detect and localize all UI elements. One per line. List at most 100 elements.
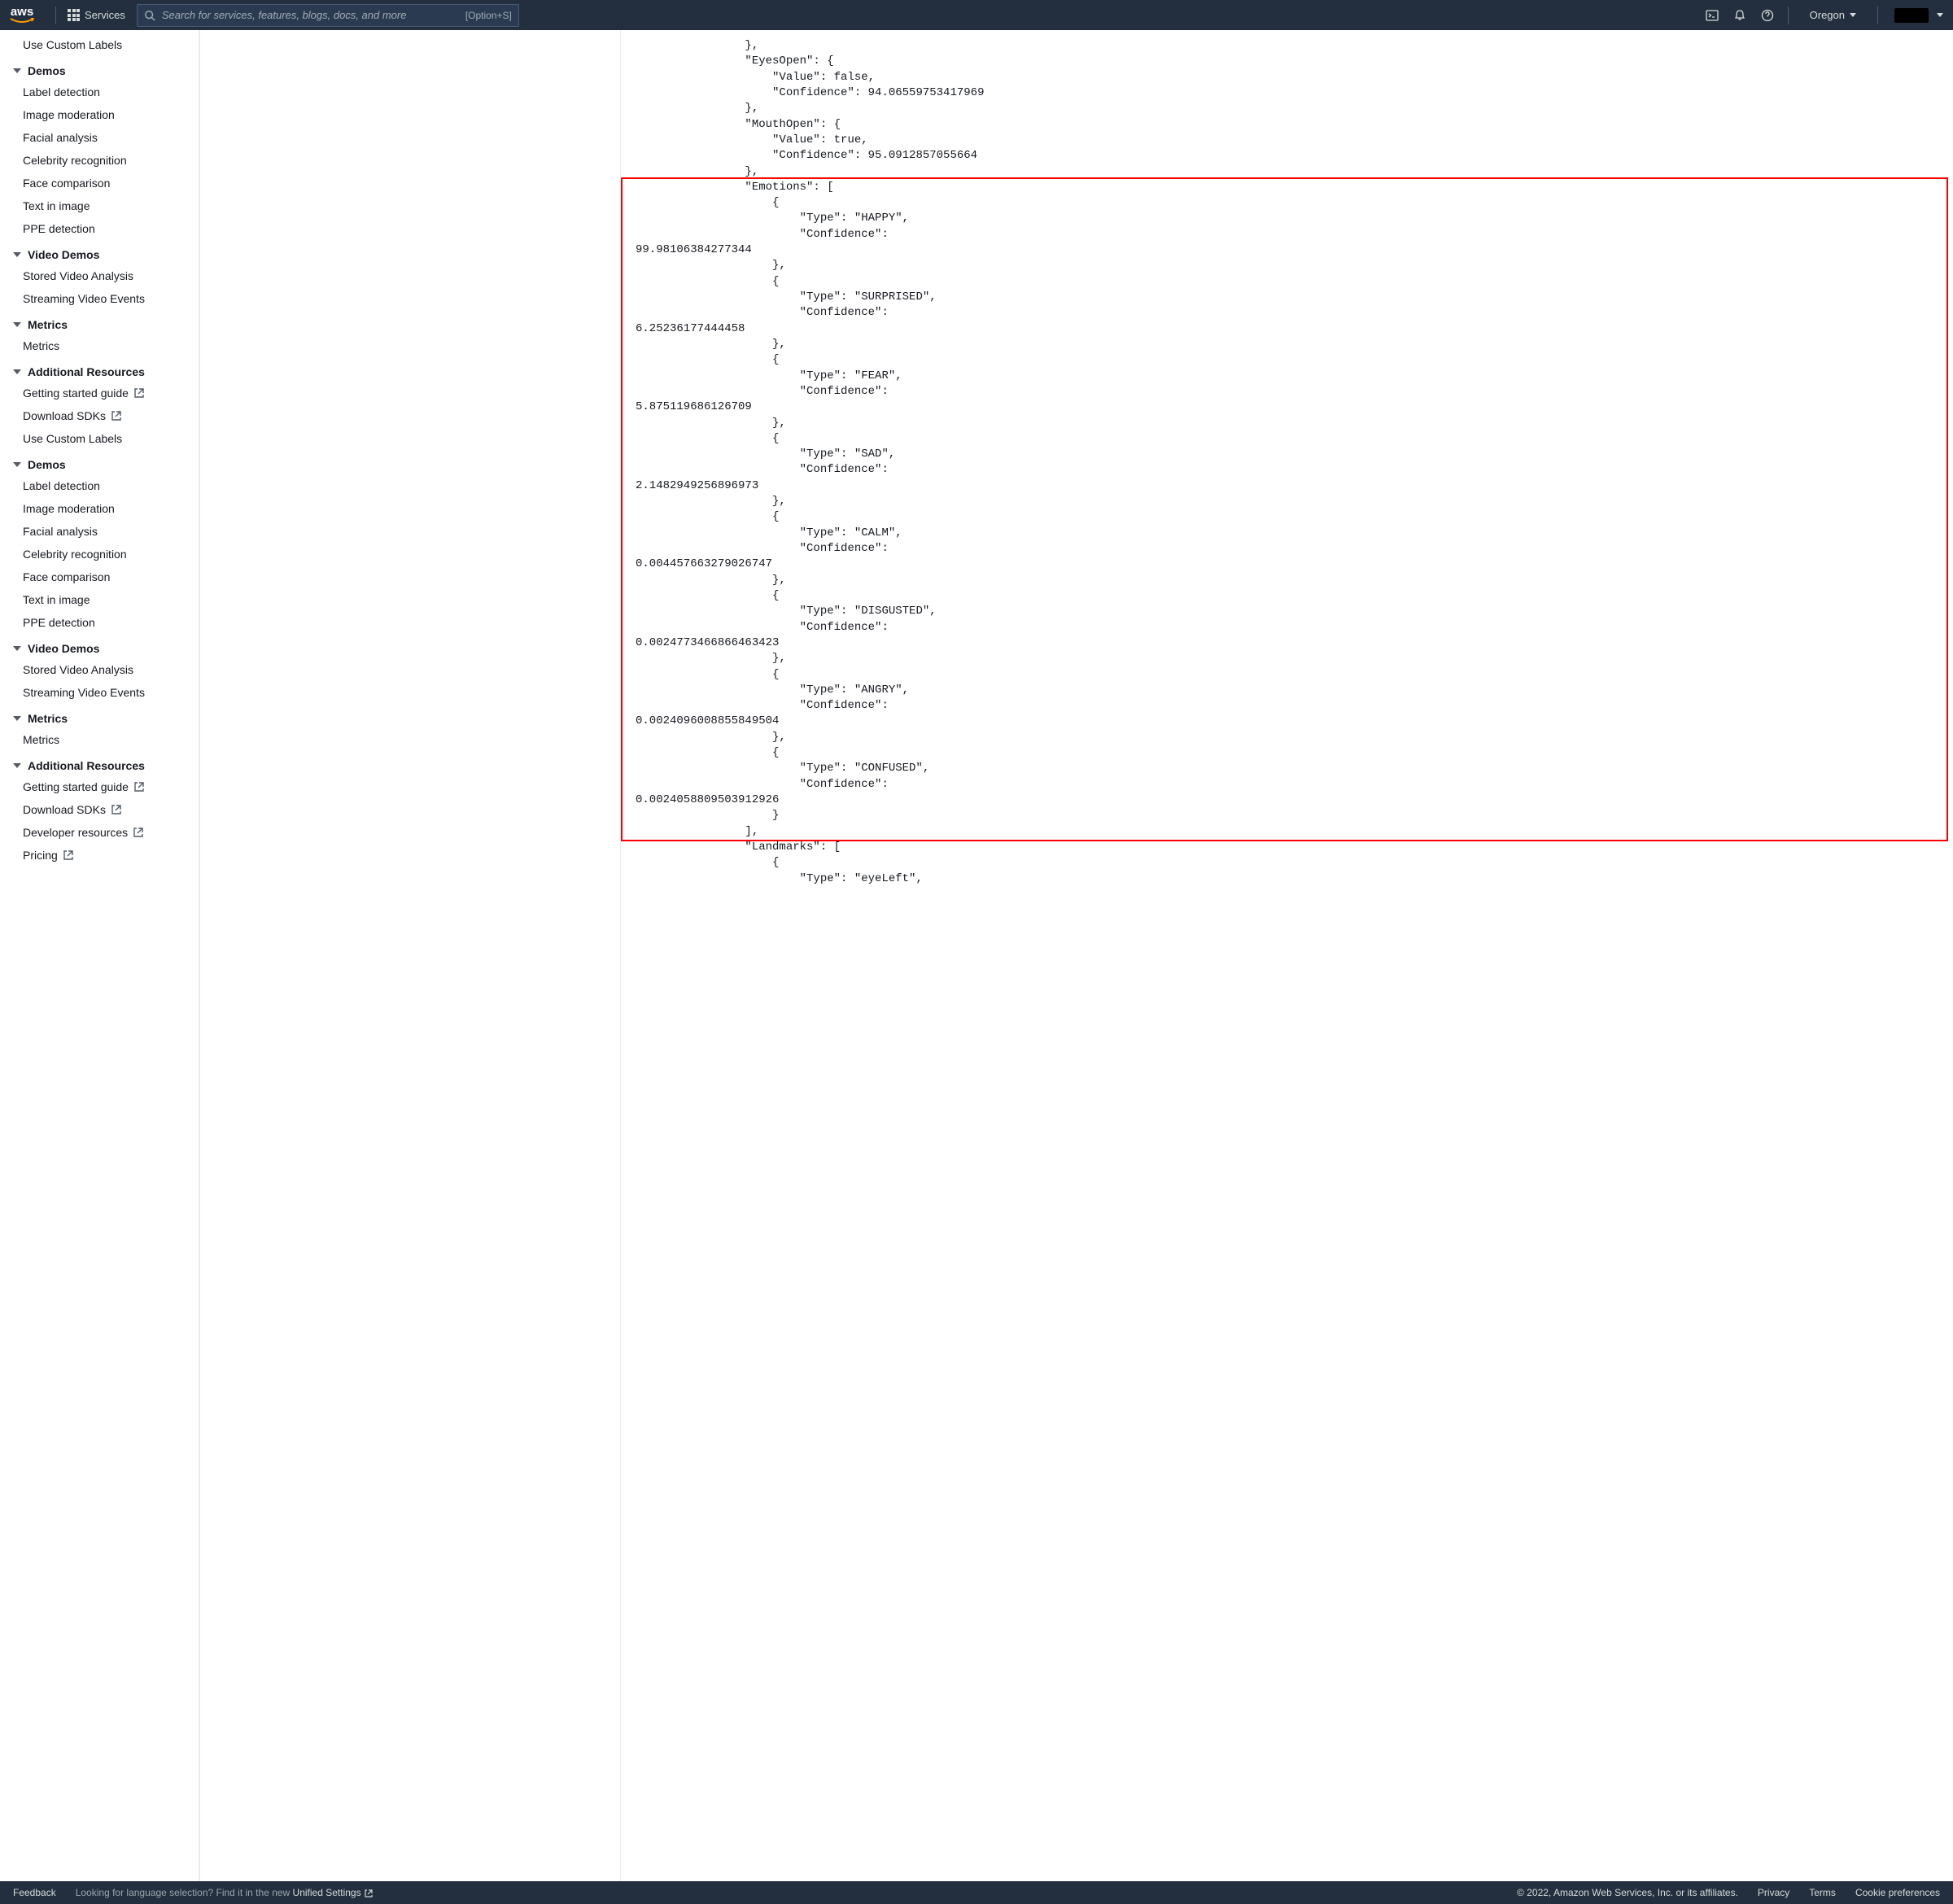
search-input[interactable] <box>162 9 465 21</box>
json-emotions-block: "Emotions": [ { "Type": "HAPPY", "Confid… <box>636 181 937 838</box>
terms-link[interactable]: Terms <box>1809 1887 1836 1898</box>
sidebar-item[interactable]: Label detection <box>13 474 199 497</box>
sidebar-item-label: Getting started guide <box>23 386 129 400</box>
sidebar: Use Custom Labels Demos Label detection Ima… <box>0 30 200 1881</box>
sidebar-section-header[interactable]: Metrics <box>13 310 199 334</box>
sidebar-section-header[interactable]: Demos <box>13 450 199 474</box>
sidebar-item-label: Use Custom Labels <box>23 432 122 445</box>
sidebar-item[interactable]: Text in image <box>13 588 199 611</box>
sidebar-item[interactable]: Stored Video Analysis <box>13 658 199 681</box>
sidebar-item[interactable]: Face comparison <box>13 566 199 588</box>
sidebar-item[interactable]: Pricing <box>13 844 199 867</box>
chevron-down-icon <box>13 68 21 73</box>
sidebar-item[interactable]: Text in image <box>13 194 199 217</box>
sidebar-item-label: Streaming Video Events <box>23 292 145 305</box>
chevron-down-icon <box>13 252 21 257</box>
chevron-down-icon <box>13 322 21 327</box>
services-label: Services <box>85 9 125 21</box>
help-icon[interactable] <box>1760 8 1775 23</box>
sidebar-section-header[interactable]: Demos <box>13 56 199 81</box>
sidebar-section-label: Additional Resources <box>28 759 145 772</box>
chevron-down-icon <box>13 646 21 651</box>
sidebar-item[interactable]: Download SDKs <box>13 798 199 821</box>
feedback-link[interactable]: Feedback <box>13 1887 56 1898</box>
sidebar-section-label: Demos <box>28 458 66 471</box>
sidebar-section-header[interactable]: Additional Resources <box>13 751 199 775</box>
services-button[interactable]: Services <box>68 9 125 21</box>
sidebar-section-header[interactable]: Video Demos <box>13 634 199 658</box>
nav-divider <box>1788 7 1789 24</box>
sidebar-item-label: Stored Video Analysis <box>23 663 133 676</box>
sidebar-item[interactable]: Getting started guide <box>13 775 199 798</box>
sidebar-item[interactable]: Streaming Video Events <box>13 287 199 310</box>
sidebar-section-label: Video Demos <box>28 248 99 261</box>
sidebar-item[interactable]: Download SDKs <box>13 404 199 427</box>
sidebar-item[interactable]: Use Custom Labels <box>13 427 199 450</box>
sidebar-item[interactable]: Facial analysis <box>13 126 199 149</box>
sidebar-item[interactable]: Use Custom Labels <box>13 33 199 56</box>
cookie-preferences-link[interactable]: Cookie preferences <box>1855 1887 1940 1898</box>
sidebar-item[interactable]: PPE detection <box>13 611 199 634</box>
sidebar-item[interactable]: Stored Video Analysis <box>13 264 199 287</box>
sidebar-section-label: Metrics <box>28 318 68 331</box>
sidebar-section-label: Additional Resources <box>28 365 145 378</box>
caret-down-icon <box>1937 13 1943 17</box>
sidebar-item-label: Facial analysis <box>23 525 98 538</box>
sidebar-item[interactable]: Getting started guide <box>13 382 199 404</box>
sidebar-item[interactable]: Label detection <box>13 81 199 103</box>
sidebar-item-label: PPE detection <box>23 222 95 235</box>
sidebar-item[interactable]: Facial analysis <box>13 520 199 543</box>
footer: Feedback Looking for language selection?… <box>0 1881 1953 1904</box>
sidebar-item-label: Stored Video Analysis <box>23 269 133 282</box>
json-trailing: "Landmarks": [ { "Type": "eyeLeft", <box>636 841 923 885</box>
aws-smile-icon <box>10 18 34 24</box>
account-menu[interactable] <box>1891 8 1943 23</box>
sidebar-item-label: PPE detection <box>23 616 95 629</box>
chevron-down-icon <box>13 716 21 721</box>
sidebar-item[interactable]: Metrics <box>13 728 199 751</box>
external-link-icon <box>364 1889 374 1898</box>
sidebar-item-label: Facial analysis <box>23 131 98 144</box>
account-avatar <box>1894 8 1929 23</box>
sidebar-item-label: Metrics <box>23 339 59 352</box>
external-link-icon <box>133 387 145 399</box>
sidebar-item-label: Pricing <box>23 849 58 862</box>
sidebar-item[interactable]: Image moderation <box>13 497 199 520</box>
language-hint: Looking for language selection? Find it … <box>76 1887 374 1898</box>
nav-divider <box>1877 7 1878 24</box>
sidebar-item[interactable]: Metrics <box>13 334 199 357</box>
sidebar-section-header[interactable]: Metrics <box>13 704 199 728</box>
sidebar-section-header[interactable]: Additional Resources <box>13 357 199 382</box>
sidebar-item-label: Developer resources <box>23 826 128 839</box>
sidebar-item-label: Celebrity recognition <box>23 548 127 561</box>
sidebar-item-label: Image moderation <box>23 502 115 515</box>
sidebar-section-label: Video Demos <box>28 642 99 655</box>
sidebar-item[interactable]: Image moderation <box>13 103 199 126</box>
sidebar-item-label: Label detection <box>23 85 100 98</box>
notifications-icon[interactable] <box>1732 8 1747 23</box>
sidebar-section-label: Demos <box>28 64 66 77</box>
privacy-link[interactable]: Privacy <box>1758 1887 1789 1898</box>
json-output: }, "EyesOpen": { "Value": false, "Confid… <box>621 30 1953 895</box>
sidebar-item-label: Download SDKs <box>23 409 106 422</box>
top-navigation: aws Services [Option+S] Oregon <box>0 0 1953 30</box>
grid-icon <box>68 9 80 21</box>
sidebar-item[interactable]: Developer resources <box>13 821 199 844</box>
sidebar-item[interactable]: Celebrity recognition <box>13 149 199 172</box>
json-response-panel[interactable]: }, "EyesOpen": { "Value": false, "Confid… <box>621 30 1953 1881</box>
region-selector[interactable]: Oregon <box>1802 9 1864 21</box>
sidebar-item[interactable]: PPE detection <box>13 217 199 240</box>
sidebar-item[interactable]: Celebrity recognition <box>13 543 199 566</box>
caret-down-icon <box>1850 13 1856 17</box>
cloudshell-icon[interactable] <box>1705 8 1719 23</box>
search-bar[interactable]: [Option+S] <box>137 4 519 27</box>
topnav-icons: Oregon <box>1705 7 1943 24</box>
sidebar-item[interactable]: Face comparison <box>13 172 199 194</box>
sidebar-item[interactable]: Streaming Video Events <box>13 681 199 704</box>
chevron-down-icon <box>13 763 21 768</box>
sidebar-item-label: Getting started guide <box>23 780 129 793</box>
sidebar-section-header[interactable]: Video Demos <box>13 240 199 264</box>
unified-settings-link[interactable]: Unified Settings <box>293 1887 374 1898</box>
aws-logo[interactable]: aws <box>10 7 44 24</box>
sidebar-item-label: Download SDKs <box>23 803 106 816</box>
